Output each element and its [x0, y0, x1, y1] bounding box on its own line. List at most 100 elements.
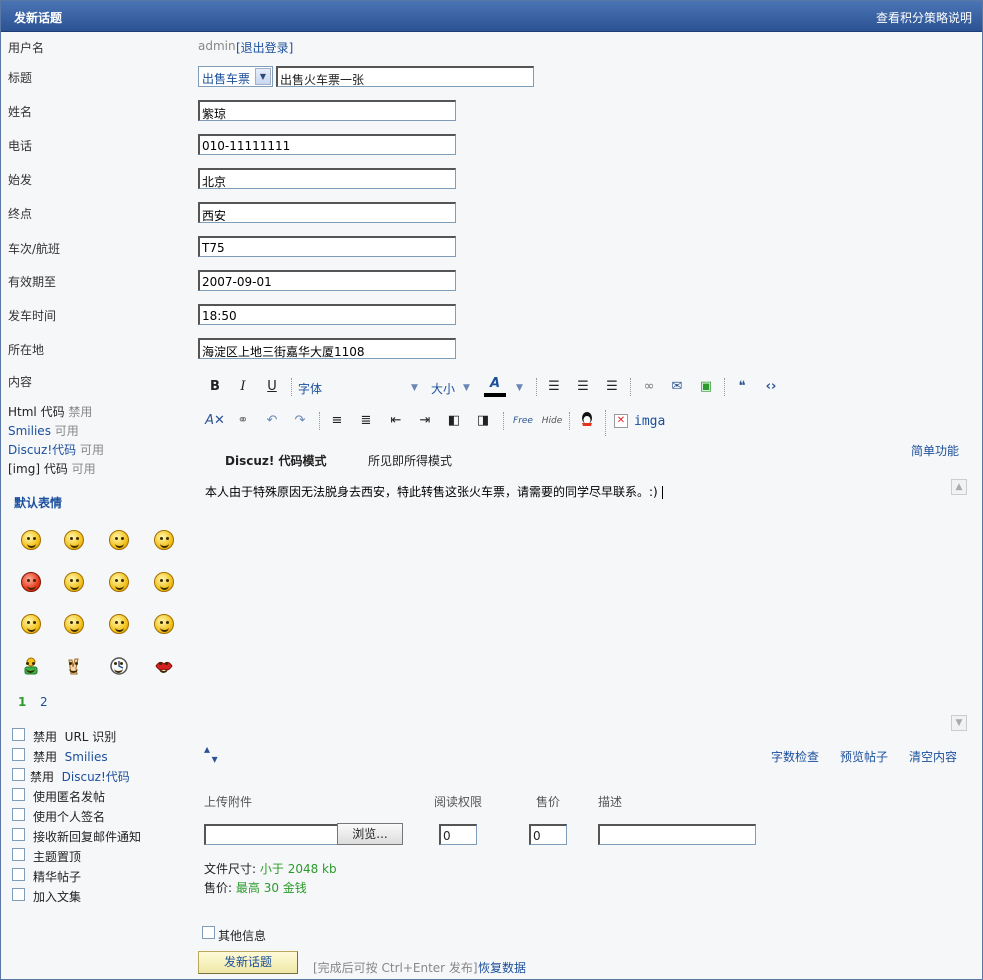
restore-data-link[interactable]: 恢复数据	[478, 959, 526, 976]
description-input[interactable]	[598, 824, 756, 845]
option-label: 禁用 Discuz!代码	[30, 768, 130, 785]
word-count-link[interactable]: 字数检查	[771, 748, 819, 765]
wink-icon[interactable]	[21, 614, 41, 634]
disable-smilies-checkbox[interactable]	[12, 748, 25, 761]
smilies-status-label[interactable]: Smilies	[8, 424, 51, 438]
credit-policy-link[interactable]: 查看积分策略说明	[876, 9, 972, 26]
email-icon[interactable]: ✉	[666, 376, 688, 398]
person-icon[interactable]	[21, 656, 41, 676]
confused-icon[interactable]	[64, 572, 84, 592]
disable-url-checkbox[interactable]	[12, 728, 25, 741]
subject-type-select[interactable]: 出售车票 ▼	[198, 66, 273, 87]
clock-icon[interactable]	[109, 656, 129, 676]
browse-button[interactable]: 浏览...	[337, 823, 403, 845]
code-icon[interactable]: ‹›	[760, 376, 782, 398]
italic-button[interactable]: I	[232, 376, 254, 398]
read-permission-input[interactable]: 0	[439, 824, 477, 845]
smilies-page-2[interactable]: 2	[40, 695, 48, 709]
email-notify-checkbox[interactable]	[12, 828, 25, 841]
location-input[interactable]: 海淀区上地三街嘉华大厦1108	[198, 338, 456, 359]
float-right-icon[interactable]: ◨	[472, 410, 494, 432]
preview-link[interactable]: 预览帖子	[840, 748, 888, 765]
option-label: 主题置顶	[33, 850, 82, 864]
qq-icon[interactable]	[576, 410, 598, 432]
description-label: 描述	[598, 795, 623, 809]
underline-button[interactable]: U	[261, 376, 283, 398]
shy-icon[interactable]	[154, 572, 174, 592]
align-center-icon[interactable]: ☰	[572, 376, 594, 398]
use-signature-checkbox[interactable]	[12, 808, 25, 821]
scroll-down-icon[interactable]: ▼	[951, 715, 967, 731]
field-label-train: 车次/航班	[8, 242, 61, 256]
sad-icon[interactable]	[64, 530, 84, 550]
valid-until-input[interactable]: 2007-09-01	[198, 270, 456, 291]
train-number-input[interactable]: T75	[198, 236, 456, 257]
float-left-icon[interactable]: ◧	[443, 410, 465, 432]
name-input[interactable]: 紫琼	[198, 100, 456, 121]
smile-icon[interactable]	[21, 530, 41, 550]
origin-input[interactable]: 北京	[198, 168, 456, 189]
toolbar-separator	[605, 410, 606, 436]
imga-label[interactable]: imga	[634, 414, 665, 429]
resize-editor-icon[interactable]: ▴ ▾	[204, 743, 226, 766]
anonymous-checkbox[interactable]	[12, 788, 25, 801]
tab-wysiwyg-mode[interactable]: 所见即所得模式	[368, 452, 452, 469]
clear-content-link[interactable]: 清空内容	[909, 748, 957, 765]
scroll-up-icon[interactable]: ▲	[951, 479, 967, 495]
link-icon[interactable]: ∞	[638, 376, 660, 398]
smilies-page-1[interactable]: 1	[18, 695, 26, 709]
price-input[interactable]: 0	[529, 824, 567, 845]
remove-format-icon[interactable]: A✕	[204, 410, 226, 432]
align-left-icon[interactable]: ☰	[543, 376, 565, 398]
size-dropdown[interactable]: 大小	[431, 380, 455, 397]
laugh-icon[interactable]	[109, 614, 129, 634]
big-grin-icon[interactable]	[154, 614, 174, 634]
post-form-panel: 发新话题 查看积分策略说明 用户名 admin [退出登录] 标题 出售车票 ▼…	[0, 0, 983, 980]
ordered-list-icon[interactable]: ≡	[326, 410, 348, 432]
sticky-checkbox[interactable]	[12, 848, 25, 861]
option-label: 加入文集	[33, 890, 82, 904]
hide-button[interactable]: Hide	[539, 410, 565, 432]
destination-input[interactable]: 西安	[198, 202, 456, 223]
quote-icon[interactable]: ❝	[731, 376, 753, 398]
digest-checkbox[interactable]	[12, 868, 25, 881]
indent-icon[interactable]: ⇥	[414, 410, 436, 432]
simple-mode-link[interactable]: 简单功能	[911, 442, 959, 459]
image-icon[interactable]: ▣	[695, 376, 717, 398]
editor-area[interactable]	[199, 477, 969, 735]
file-path-input[interactable]	[204, 824, 338, 845]
victory-hand-icon[interactable]	[64, 656, 84, 676]
cry-icon[interactable]	[154, 530, 174, 550]
logout-link[interactable]: [退出登录]	[236, 39, 293, 56]
lips-icon[interactable]	[154, 656, 174, 676]
unordered-list-icon[interactable]: ≣	[355, 410, 377, 432]
depart-time-input[interactable]: 18:50	[198, 304, 456, 325]
grin-icon[interactable]	[109, 530, 129, 550]
font-color-button[interactable]: A	[484, 374, 506, 397]
bold-button[interactable]: B	[204, 376, 226, 398]
redo-icon[interactable]: ↷	[289, 410, 311, 432]
other-info-checkbox[interactable]	[202, 926, 215, 939]
file-size-info: 文件尺寸: 小于 2048 kb	[204, 860, 337, 877]
align-right-icon[interactable]: ☰	[601, 376, 623, 398]
disable-discuz-code-checkbox[interactable]	[12, 768, 25, 781]
discuz-status-label[interactable]: Discuz!代码	[8, 443, 76, 457]
broken-image-icon: ✕	[614, 414, 628, 428]
squint-icon[interactable]	[64, 614, 84, 634]
tongue-icon[interactable]	[109, 572, 129, 592]
free-button[interactable]: Free	[510, 410, 536, 432]
submit-post-button[interactable]: 发新话题	[198, 951, 298, 974]
undo-icon[interactable]: ↶	[261, 410, 283, 432]
discuz-status-value: 可用	[79, 443, 104, 457]
angry-icon[interactable]	[21, 572, 41, 592]
add-to-collection-checkbox[interactable]	[12, 888, 25, 901]
unlink-icon[interactable]: ⚭	[232, 410, 254, 432]
smilies-status: Smilies 可用	[8, 422, 79, 439]
text-cursor	[661, 486, 663, 499]
font-dropdown[interactable]: 字体	[298, 380, 322, 397]
subject-input[interactable]: 出售火车票一张	[276, 66, 534, 87]
phone-input[interactable]: 010-11111111	[198, 134, 456, 155]
chevron-down-icon: ▼	[463, 383, 470, 393]
tab-discuz-code-mode[interactable]: Discuz! 代码模式	[225, 452, 327, 469]
outdent-icon[interactable]: ⇤	[385, 410, 407, 432]
